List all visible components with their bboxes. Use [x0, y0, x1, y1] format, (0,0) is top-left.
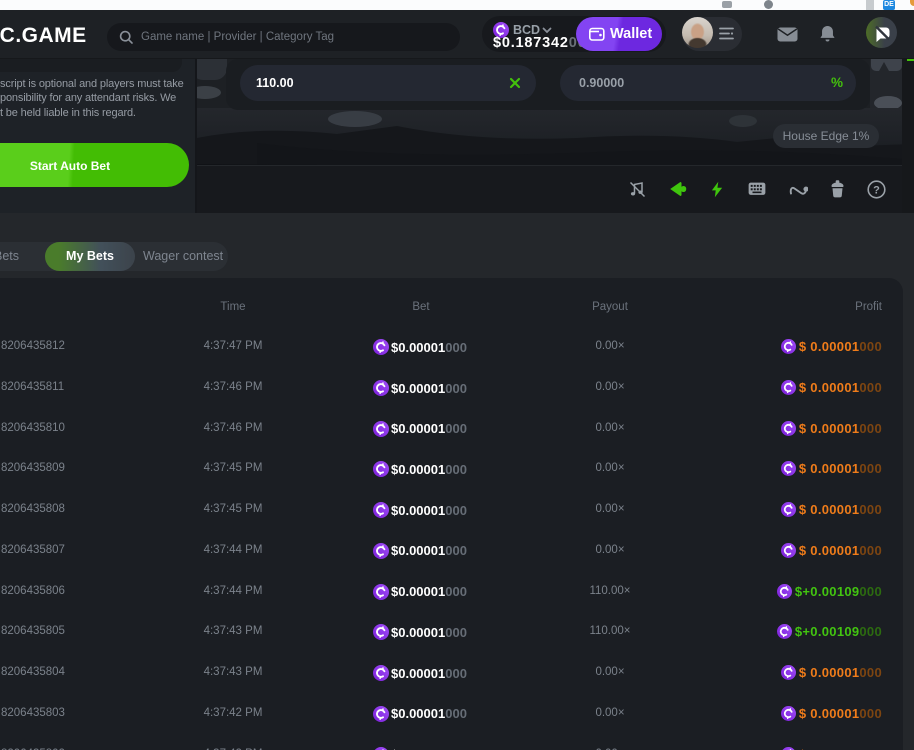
svg-text:?: ?: [873, 184, 880, 196]
